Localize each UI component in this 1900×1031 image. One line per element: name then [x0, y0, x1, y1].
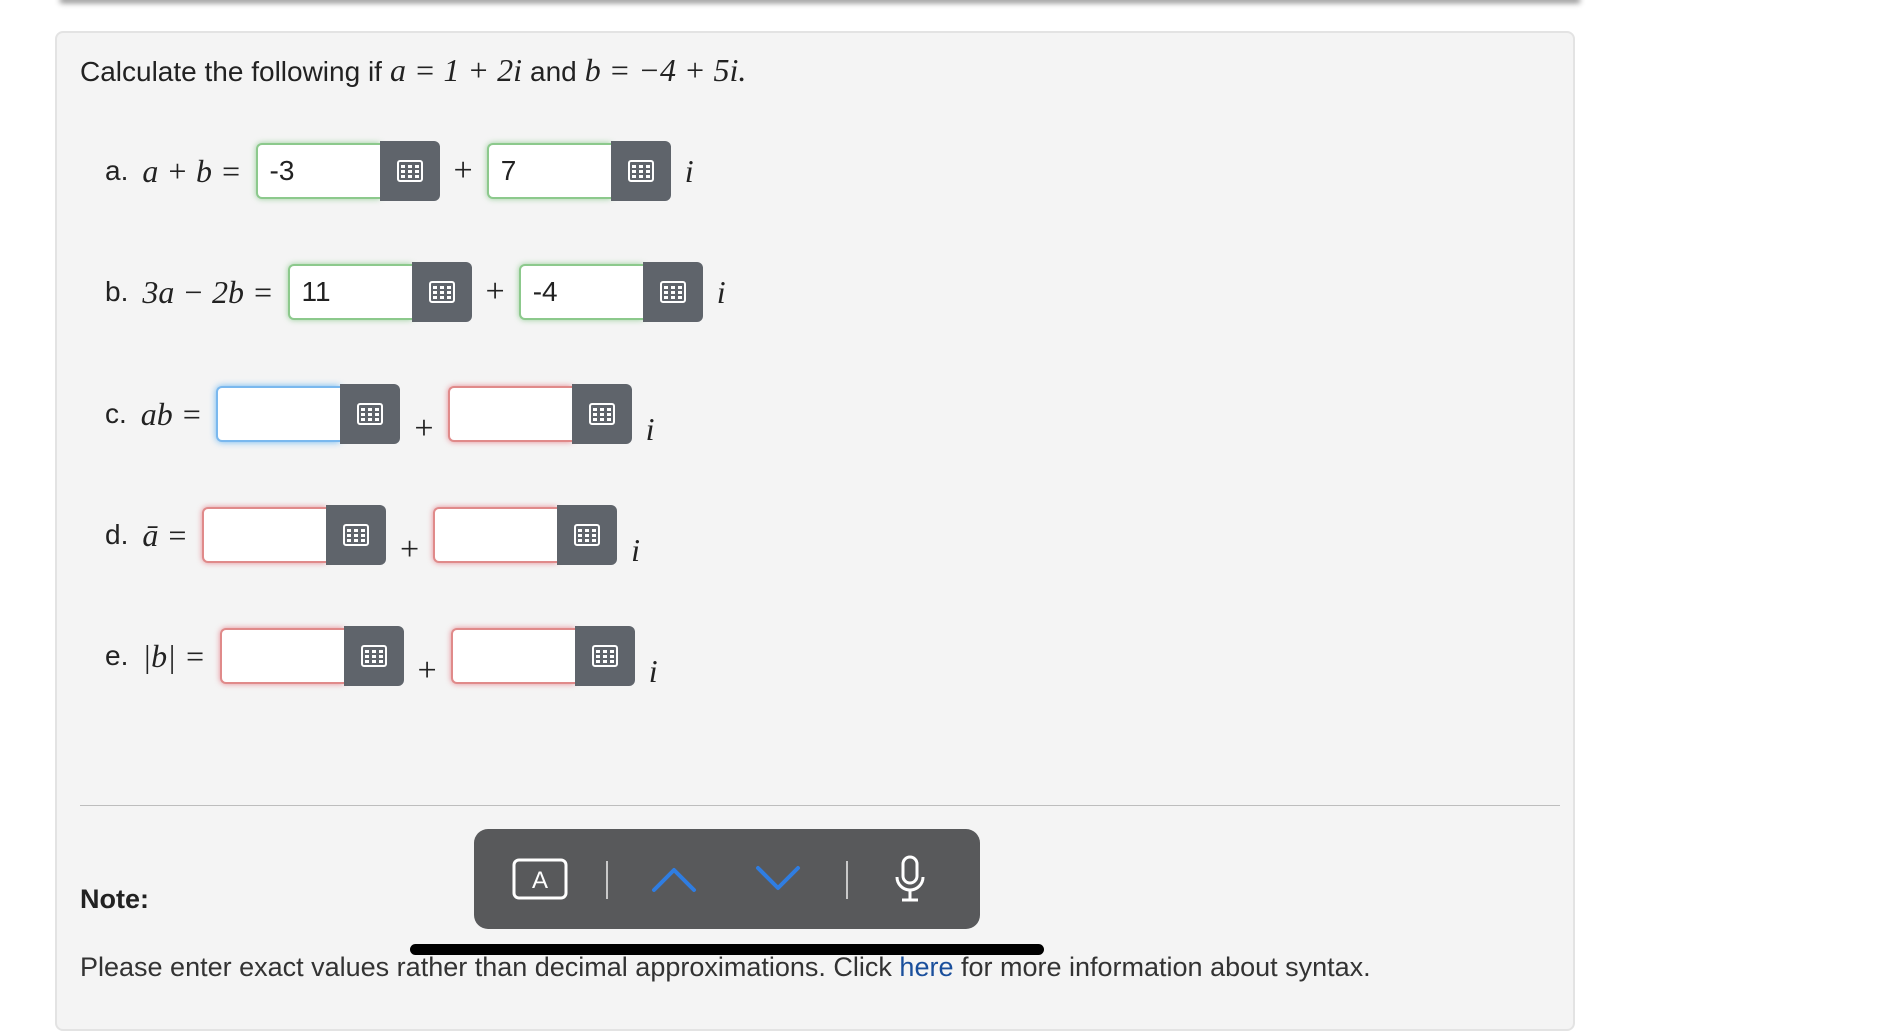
part-c: c. ab = + i: [105, 384, 654, 447]
format-key-button[interactable]: A: [512, 829, 568, 929]
part-b: b. 3a − 2b = + i: [105, 262, 726, 322]
imag-answer-group: [450, 626, 635, 686]
prompt-b-definition: b = −4 + 5i.: [584, 52, 747, 88]
imag-answer-group: [433, 505, 618, 565]
part-label: c.: [105, 398, 127, 429]
imaginary-part-input[interactable]: [450, 628, 575, 684]
grid-icon: [591, 645, 618, 667]
syntax-help-link[interactable]: here: [899, 952, 953, 982]
real-part-input[interactable]: [255, 143, 380, 199]
grid-icon: [574, 524, 601, 546]
plus-sign: +: [417, 652, 437, 689]
prompt-conjunction: and: [530, 56, 577, 87]
imaginary-unit: i: [716, 273, 726, 310]
note-text: Please enter exact values rather than de…: [80, 952, 1371, 983]
equation-editor-button[interactable]: [343, 626, 404, 686]
real-part-input[interactable]: [216, 386, 341, 442]
grid-icon: [357, 403, 384, 425]
previous-field-button[interactable]: [650, 829, 698, 929]
plus-sign: +: [414, 410, 434, 447]
problem-prompt: Calculate the following if a = 1 + 2i an…: [80, 52, 746, 89]
imaginary-part-input[interactable]: [433, 507, 558, 563]
dictation-button[interactable]: [892, 829, 928, 929]
part-label: a.: [105, 155, 129, 186]
real-part-input[interactable]: [219, 628, 344, 684]
part-label: e.: [105, 640, 129, 671]
equation-editor-button[interactable]: [574, 626, 635, 686]
imag-answer-group: [447, 384, 632, 444]
toolbar-separator: [606, 861, 608, 899]
equation-editor-button[interactable]: [557, 505, 618, 565]
grid-icon: [428, 281, 455, 303]
imag-answer-group: [486, 141, 671, 201]
real-answer-group: [216, 384, 401, 444]
equation-editor-button[interactable]: [642, 262, 703, 322]
real-part-input[interactable]: [201, 507, 326, 563]
real-answer-group: [201, 505, 386, 565]
home-indicator: [410, 944, 1044, 955]
equation-editor-button[interactable]: [411, 262, 472, 322]
part-label: d.: [105, 519, 129, 550]
grid-icon: [342, 524, 369, 546]
toolbar-separator: [846, 861, 848, 899]
plus-sign: +: [453, 152, 473, 189]
part-d: d. ā = + i: [105, 505, 640, 568]
imaginary-unit: i: [648, 652, 658, 689]
next-field-button[interactable]: [754, 829, 802, 929]
part-expression: ā =: [142, 516, 188, 553]
imaginary-unit: i: [684, 152, 694, 189]
grid-icon: [360, 645, 387, 667]
part-expression: ab =: [140, 395, 203, 432]
keyboard-toolbar: A: [474, 829, 980, 929]
imaginary-part-input[interactable]: [486, 143, 611, 199]
part-expression: 3a − 2b =: [142, 273, 274, 310]
real-answer-group: [255, 141, 440, 201]
note-text-after: for more information about syntax.: [960, 952, 1371, 982]
equation-editor-button[interactable]: [571, 384, 632, 444]
format-key-letter: A: [532, 867, 548, 894]
real-part-input[interactable]: [287, 264, 412, 320]
prompt-a-definition: a = 1 + 2i: [389, 52, 523, 88]
imaginary-unit: i: [645, 410, 655, 447]
text-format-icon: A: [512, 858, 568, 900]
note-label: Note:: [80, 884, 149, 914]
grid-icon: [588, 403, 615, 425]
equation-editor-button[interactable]: [325, 505, 386, 565]
part-label: b.: [105, 276, 129, 307]
real-answer-group: [219, 626, 404, 686]
note-text-before: Please enter exact values rather than de…: [80, 952, 892, 982]
real-answer-group: [287, 262, 472, 322]
section-divider: [80, 805, 1560, 806]
imaginary-part-input[interactable]: [518, 264, 643, 320]
imaginary-unit: i: [631, 531, 641, 568]
chevron-down-icon: [756, 866, 800, 890]
part-a: a. a + b = + i: [105, 141, 694, 201]
grid-icon: [627, 160, 654, 182]
prompt-lead: Calculate the following if: [80, 56, 382, 87]
equation-editor-button[interactable]: [610, 141, 671, 201]
imaginary-part-input[interactable]: [447, 386, 572, 442]
plus-sign: +: [485, 273, 505, 310]
microphone-icon: [895, 855, 925, 902]
plus-sign: +: [399, 531, 420, 568]
part-expression: |b| =: [142, 637, 206, 674]
chevron-up-icon: [652, 868, 696, 892]
imag-answer-group: [518, 262, 703, 322]
grid-icon: [659, 281, 686, 303]
grid-icon: [396, 160, 423, 182]
equation-editor-button[interactable]: [379, 141, 440, 201]
part-e: e. |b| = + i: [105, 626, 658, 689]
equation-editor-button[interactable]: [340, 384, 401, 444]
part-expression: a + b =: [142, 152, 242, 189]
